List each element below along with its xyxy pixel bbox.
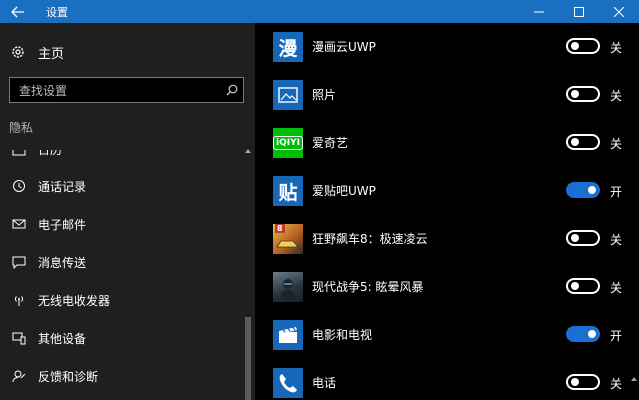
list-item: 现代战争5: 眩晕风暴 关 xyxy=(255,265,639,313)
mail-icon xyxy=(10,215,28,233)
manhua-app-icon: 漫 xyxy=(273,32,303,62)
sidebar-scrollbar[interactable] xyxy=(244,147,252,400)
toggle-state-label: 开 xyxy=(610,185,623,199)
devices-icon xyxy=(10,329,28,347)
message-icon xyxy=(10,253,28,271)
sidebar-item-radios[interactable]: 无线电收发器 xyxy=(0,287,244,313)
toggle-state-label: 关 xyxy=(610,377,623,391)
sidebar: 主页 查找设置 隐私 日历 隐私 通话记录 电子邮件 消息传送 xyxy=(0,23,255,400)
sidebar-item-label: 其他设备 xyxy=(38,331,87,346)
permission-toggle[interactable] xyxy=(566,374,600,390)
phone-app-icon xyxy=(273,368,303,398)
sidebar-item-label: 反馈和诊断 xyxy=(38,369,99,384)
app-name: 爱贴吧UWP xyxy=(312,184,376,198)
history-icon xyxy=(10,177,28,195)
scroll-up-icon[interactable] xyxy=(244,147,252,155)
section-title-overlay: 隐私 xyxy=(9,121,34,135)
minimize-icon xyxy=(534,11,544,12)
permission-toggle[interactable] xyxy=(566,278,600,294)
close-icon xyxy=(614,6,624,17)
app-name: 电影和电视 xyxy=(312,328,373,342)
maximize-icon xyxy=(574,6,584,17)
back-button[interactable] xyxy=(0,0,36,23)
iqiyi-app-icon: iQIYI xyxy=(273,128,303,158)
app-permissions-list: 漫 漫画云UWP 关 照片 关 iQIYI 爱奇艺 关 贴 爱贴吧UWP 开 8 xyxy=(255,23,639,400)
sidebar-item-label: 通话记录 xyxy=(38,179,87,194)
toggle-state-label: 关 xyxy=(610,89,623,103)
list-item: 漫 漫画云UWP 关 xyxy=(255,25,639,73)
permission-toggle[interactable] xyxy=(566,182,600,198)
permission-toggle[interactable] xyxy=(566,326,600,342)
minimize-button[interactable] xyxy=(519,0,559,23)
list-item: 电影和电视 开 xyxy=(255,313,639,361)
permission-toggle[interactable] xyxy=(566,134,600,150)
search-input[interactable]: 查找设置 xyxy=(19,82,221,99)
radio-tower-icon xyxy=(10,291,28,309)
home-label: 主页 xyxy=(38,46,65,62)
asphalt-app-icon: 8 xyxy=(273,224,303,254)
sidebar-item-home[interactable]: 主页 xyxy=(0,40,64,64)
list-item: 8 狂野飙车8：极速凌云 关 xyxy=(255,217,639,265)
title-bar: 设置 xyxy=(0,0,639,23)
search-icon[interactable] xyxy=(221,79,243,101)
search-box[interactable]: 查找设置 xyxy=(9,77,244,103)
sidebar-item-messaging[interactable]: 消息传送 xyxy=(0,249,244,275)
app-name: 照片 xyxy=(312,88,337,102)
app-name: 狂野飙车8：极速凌云 xyxy=(312,232,428,246)
app-name: 爱奇艺 xyxy=(312,136,349,150)
list-item: 照片 关 xyxy=(255,73,639,121)
list-item: 电话 关 xyxy=(255,361,639,400)
toggle-state-label: 关 xyxy=(610,41,623,55)
permission-toggle[interactable] xyxy=(566,230,600,246)
feedback-icon xyxy=(10,367,28,385)
tieba-app-icon: 贴 xyxy=(273,176,303,206)
toggle-state-label: 关 xyxy=(610,233,623,247)
app-name: 电话 xyxy=(312,376,337,390)
movies-tv-app-icon xyxy=(273,320,303,350)
scrollbar-thumb[interactable] xyxy=(245,317,251,400)
list-item: 贴 爱贴吧UWP 开 xyxy=(255,169,639,217)
maximize-button[interactable] xyxy=(559,0,599,23)
toggle-state-label: 开 xyxy=(610,329,623,343)
modern-combat-app-icon xyxy=(273,272,303,302)
sidebar-item-label: 消息传送 xyxy=(38,255,87,270)
sidebar-item-label: 电子邮件 xyxy=(38,217,87,232)
permission-toggle[interactable] xyxy=(566,86,600,102)
sidebar-item-other-devices[interactable]: 其他设备 xyxy=(0,325,244,351)
list-item: iQIYI 爱奇艺 关 xyxy=(255,121,639,169)
window-controls xyxy=(519,0,639,23)
clip-mask xyxy=(0,129,244,150)
sidebar-item-call-history[interactable]: 通话记录 xyxy=(0,173,244,199)
toggle-state-label: 关 xyxy=(610,137,623,151)
close-button[interactable] xyxy=(599,0,639,23)
window-title: 设置 xyxy=(46,5,68,19)
toggle-state-label: 关 xyxy=(610,281,623,295)
gear-icon xyxy=(9,43,27,61)
sidebar-item-label: 无线电收发器 xyxy=(38,293,111,308)
permission-toggle[interactable] xyxy=(566,38,600,54)
scroll-up-icon[interactable] xyxy=(630,375,638,383)
app-name: 现代战争5: 眩晕风暴 xyxy=(312,280,424,294)
app-name: 漫画云UWP xyxy=(312,40,376,54)
sidebar-item-email[interactable]: 电子邮件 xyxy=(0,211,244,237)
back-arrow-icon xyxy=(11,6,24,17)
sidebar-item-feedback[interactable]: 反馈和诊断 xyxy=(0,363,244,389)
photos-app-icon xyxy=(273,80,303,110)
